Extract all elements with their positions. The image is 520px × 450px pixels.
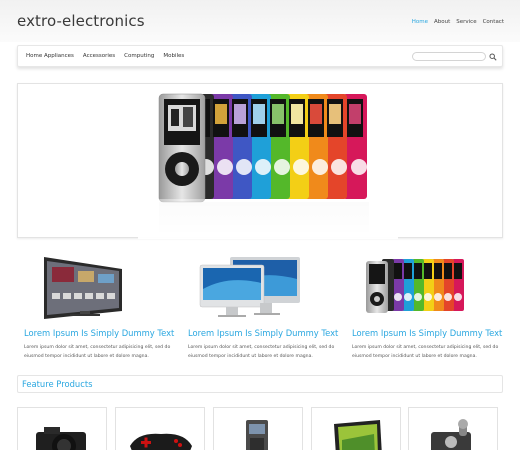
product-title[interactable]: Lorem Ipsum Is Simply Dummy Text — [188, 328, 338, 338]
top-nav-home[interactable]: Home — [412, 19, 428, 25]
top-bar: extro-electronics Home About Service Con… — [0, 0, 520, 42]
laptop-icon — [334, 420, 382, 450]
hero-slider[interactable] — [17, 83, 503, 239]
main-navigation: Home Appliances Accessories Computing Mo… — [17, 45, 503, 67]
top-nav: Home About Service Contact — [412, 19, 504, 25]
menu-mobiles[interactable]: Mobiles — [163, 53, 184, 59]
ipod-nano-lineup-image — [138, 93, 398, 239]
feature-thumb-gamepad[interactable] — [115, 407, 205, 450]
gamepad-icon — [130, 433, 192, 450]
menu-home-appliances[interactable]: Home Appliances — [26, 53, 74, 59]
top-nav-service[interactable]: Service — [456, 19, 476, 25]
camera-icon — [36, 427, 86, 450]
feature-products-header: Feature Products — [17, 375, 503, 393]
feature-thumb-laptop[interactable] — [311, 407, 401, 450]
feature-thumb-lock[interactable] — [408, 407, 498, 450]
search-icon[interactable] — [489, 53, 497, 61]
product-description: Lorem ipsum dolor sit amet, consectetur … — [24, 345, 171, 359]
menu-accessories[interactable]: Accessories — [83, 53, 115, 59]
main-menu: Home Appliances Accessories Computing Mo… — [26, 53, 184, 59]
feature-thumb-appliance[interactable] — [213, 407, 303, 450]
site-logo[interactable]: extro-electronics — [17, 12, 145, 30]
product-title[interactable]: Lorem Ipsum Is Simply Dummy Text — [24, 328, 174, 338]
top-nav-contact[interactable]: Contact — [483, 19, 504, 25]
feature-products-title: Feature Products — [22, 379, 93, 389]
ipod-lineup-image[interactable] — [352, 255, 502, 320]
led-tv-image[interactable] — [24, 255, 174, 320]
product-card-imac: Lorem Ipsum Is Simply Dummy Text Lorem i… — [188, 255, 338, 361]
product-description: Lorem ipsum dolor sit amet, consectetur … — [352, 345, 499, 359]
appliance-icon — [246, 420, 268, 450]
top-nav-about[interactable]: About — [434, 19, 450, 25]
lock-icon — [431, 419, 471, 450]
product-card-ipod: Lorem Ipsum Is Simply Dummy Text Lorem i… — [352, 255, 502, 361]
product-description: Lorem ipsum dolor sit amet, consectetur … — [188, 345, 335, 359]
product-card-tv: Lorem Ipsum Is Simply Dummy Text Lorem i… — [24, 255, 174, 361]
menu-computing[interactable]: Computing — [124, 53, 154, 59]
feature-thumb-camera[interactable] — [17, 407, 107, 450]
product-title[interactable]: Lorem Ipsum Is Simply Dummy Text — [352, 328, 502, 338]
search-input[interactable] — [412, 52, 486, 61]
imac-image[interactable] — [188, 255, 338, 320]
